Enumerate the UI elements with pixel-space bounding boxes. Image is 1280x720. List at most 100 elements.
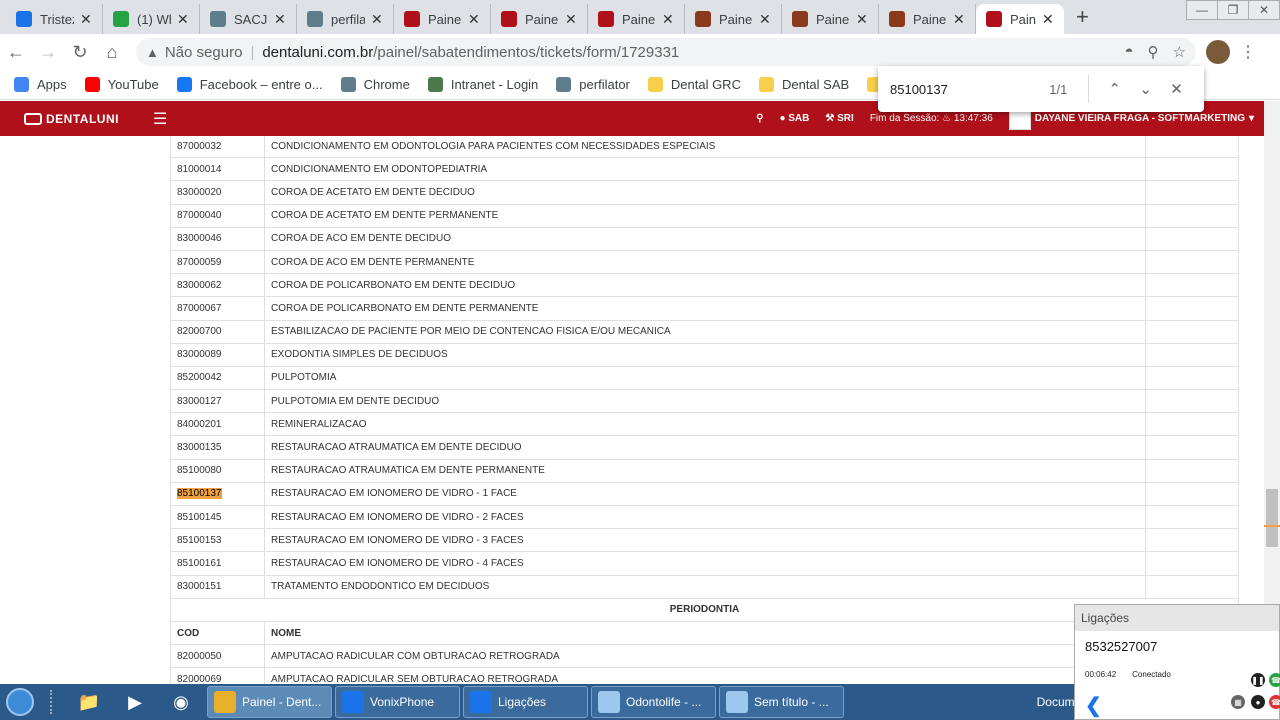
extra-cell	[1145, 458, 1239, 483]
close-tab-icon[interactable]: ✕	[565, 11, 579, 28]
dentaluni-icon	[501, 11, 517, 27]
extra-cell	[1145, 136, 1239, 159]
taskbar-button[interactable]: Odontolife - ...	[591, 686, 716, 718]
session-info: Fim da Sessão: ♨ 13:47:36	[870, 113, 993, 124]
bookmark-item[interactable]: Dental SAB	[758, 77, 849, 92]
extra-cell	[1145, 365, 1239, 391]
browser-tab[interactable]: (1) Wh ✕	[103, 4, 200, 34]
code-value: 83000020	[177, 186, 222, 198]
browser-tab[interactable]: perfila ✕	[297, 4, 394, 34]
zoom-icon[interactable]: ⚲	[1148, 43, 1159, 61]
table-row: 87000040 COROA DE ACETATO EM DENTE PERMAN…	[170, 203, 1239, 228]
code-value: 83000151	[177, 581, 222, 593]
close-icon[interactable]: ✕	[1161, 80, 1192, 98]
tab-strip: Tristeza✕(1) Wh✕SACJ -✕perfila✕Painel✕Pa…	[0, 0, 1280, 34]
task-label: VonixPhone	[370, 695, 435, 709]
taskbar-button[interactable]: VonixPhone	[335, 686, 460, 718]
reload-icon[interactable]: ↻	[64, 42, 96, 63]
extra-cell	[1145, 226, 1239, 251]
close-window-button[interactable]: ✕	[1248, 0, 1280, 20]
start-button[interactable]	[0, 684, 40, 720]
tab-label: perfila	[331, 11, 365, 27]
phone-icon[interactable]: ☎	[1269, 673, 1280, 687]
bookmark-item[interactable]: Dental GRC	[647, 77, 741, 92]
dentaluni-logo[interactable]: DENTALUNI	[24, 112, 119, 126]
tab-label: SACJ -	[234, 11, 268, 27]
bookmark-item[interactable]: YouTube	[84, 77, 159, 92]
profile-avatar[interactable]	[1206, 40, 1230, 64]
home-icon[interactable]: ⌂	[96, 42, 128, 63]
close-tab-icon[interactable]: ✕	[1042, 11, 1056, 28]
name-cell: COROA DE ACO EM DENTE PERMANENTE	[264, 249, 1146, 275]
bookmark-item[interactable]: Intranet - Login	[427, 77, 538, 92]
sab-icon	[695, 11, 711, 27]
mic-icon[interactable]: ●	[1251, 695, 1265, 709]
extra-cell	[1145, 574, 1239, 599]
hangup-icon[interactable]: ☎	[1269, 695, 1280, 709]
close-tab-icon[interactable]: ✕	[662, 11, 676, 28]
pause-icon[interactable]: ❚❚	[1251, 673, 1265, 687]
taskbar-button[interactable]: Ligações	[463, 686, 588, 718]
browser-tab[interactable]: Painel ✕	[685, 4, 782, 34]
bookmark-item[interactable]: Facebook – entre o...	[176, 77, 323, 92]
hamburger-menu-icon[interactable]: ☰	[153, 109, 167, 129]
close-tab-icon[interactable]: ✕	[856, 11, 870, 28]
warning-icon: ▲	[146, 44, 159, 60]
chrome-icon[interactable]: ◉	[158, 686, 204, 718]
code-value: 85200042	[177, 372, 222, 384]
sri-link[interactable]: ⚒ SRI	[825, 113, 853, 124]
code-value: 82000700	[177, 326, 222, 338]
media-player-icon[interactable]: ▶	[112, 686, 158, 718]
close-tab-icon[interactable]: ✕	[759, 11, 773, 28]
browser-tab[interactable]: Painel ✕	[588, 4, 685, 34]
close-tab-icon[interactable]: ✕	[468, 11, 482, 28]
table-row: 83000151 TRATAMENTO ENDODONTICO EM DECIDU…	[170, 574, 1239, 599]
dialpad-icon[interactable]: ▦	[1231, 695, 1245, 709]
find-icon[interactable]: ◓	[1124, 43, 1133, 61]
close-tab-icon[interactable]: ✕	[80, 11, 94, 28]
close-tab-icon[interactable]: ✕	[371, 11, 385, 28]
code-cell: 83000135	[170, 435, 265, 460]
menu-icon[interactable]: ⋮	[1240, 42, 1256, 62]
bookmark-item[interactable]: Chrome	[340, 77, 410, 92]
table-row: 83000135 RESTAURACAO ATRAUMATICA EM DENTE…	[170, 435, 1239, 460]
chevron-down-icon[interactable]: ⌄	[1130, 80, 1161, 98]
scrollbar-thumb[interactable]	[1266, 489, 1278, 547]
back-icon[interactable]: ←	[0, 42, 32, 63]
sab-link[interactable]: ● SAB	[779, 113, 809, 124]
browser-tab[interactable]: Painel ✕	[491, 4, 588, 34]
search-icon[interactable]: ⚲	[756, 113, 763, 124]
address-bar[interactable]: ▲ Não seguro | dentaluni.com.br /painel/…	[136, 38, 1196, 66]
close-tab-icon[interactable]: ✕	[177, 11, 191, 28]
call-status: 00:06:42 Conectado	[1075, 654, 1279, 679]
minimize-button[interactable]: —	[1186, 0, 1218, 20]
code-cell: 84000201	[170, 412, 265, 437]
new-tab-button[interactable]: +	[1076, 4, 1089, 30]
globe-icon	[307, 11, 323, 27]
restore-button[interactable]: ❐	[1217, 0, 1249, 20]
bookmark-label: perfilator	[579, 77, 630, 92]
code-value: 83000089	[177, 349, 222, 361]
browser-tab[interactable]: Painel ✕	[394, 4, 491, 34]
scrollbar[interactable]	[1264, 101, 1280, 684]
code-cell: 83000020	[170, 180, 265, 205]
close-tab-icon[interactable]: ✕	[953, 11, 967, 28]
taskbar-button[interactable]: Sem título - ...	[719, 686, 844, 718]
forward-icon[interactable]: →	[32, 42, 64, 63]
close-tab-icon[interactable]: ✕	[274, 11, 288, 28]
browser-tab[interactable]: SACJ - ✕	[200, 4, 297, 34]
browser-tab[interactable]: Painel ✕	[782, 4, 879, 34]
browser-tab[interactable]: Painel ✕	[879, 4, 976, 34]
taskbar-button[interactable]: Painel - Dent...	[207, 686, 332, 718]
browser-tab[interactable]: Tristeza ✕	[6, 4, 103, 34]
bookmark-item[interactable]: Apps	[14, 77, 67, 92]
browser-tab[interactable]: Painel ✕	[976, 4, 1064, 34]
star-icon[interactable]: ☆	[1173, 43, 1186, 61]
explorer-icon[interactable]: 📁	[66, 686, 112, 718]
chevron-up-icon[interactable]: ⌃	[1099, 80, 1130, 98]
task-buttons: Painel - Dent... VonixPhone Ligações Odonto…	[204, 686, 844, 718]
code-value: 85100145	[177, 511, 222, 523]
name-cell: CONDICIONAMENTO EM ODONTOPEDIATRIA	[264, 157, 1146, 182]
find-input[interactable]: 85100137	[890, 82, 1025, 97]
bookmark-item[interactable]: perfilator	[556, 77, 630, 92]
